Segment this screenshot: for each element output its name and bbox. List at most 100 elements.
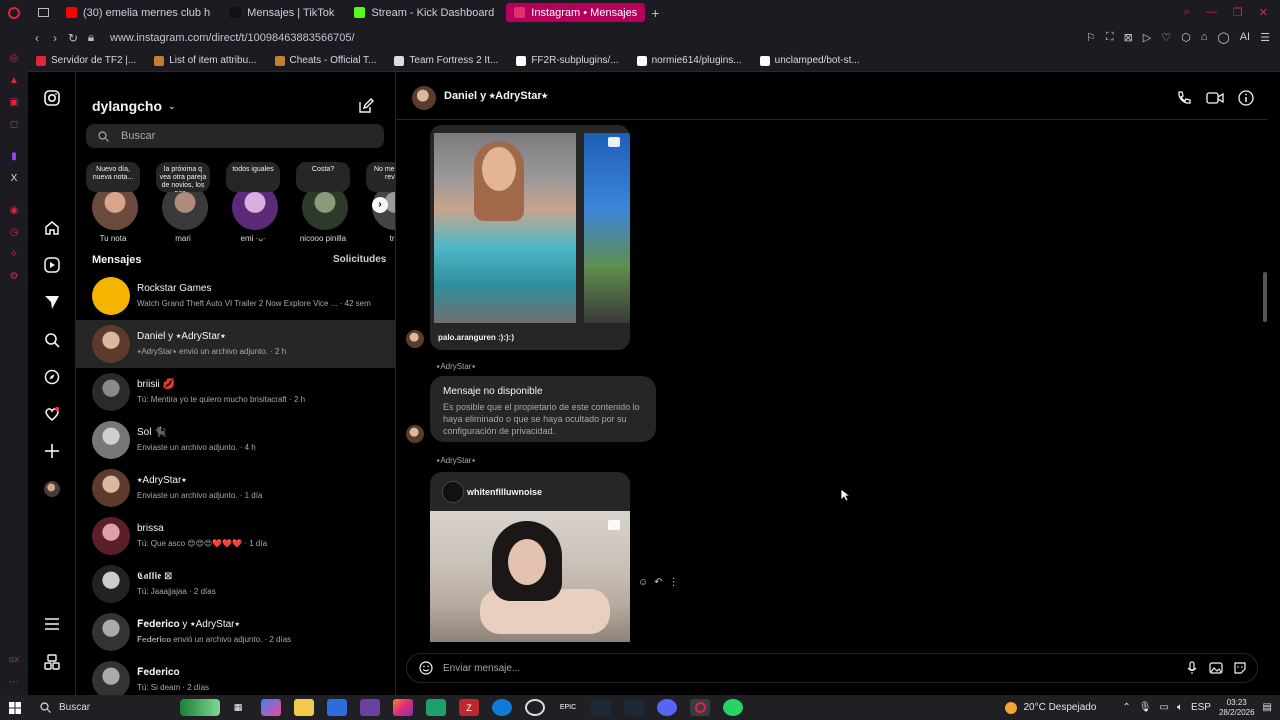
conversation-item[interactable]: ⭑AdryStar⭑ Enviaste un archivo adjunto. ·… [76, 464, 395, 512]
search-icon[interactable] [42, 330, 62, 350]
opera-gx-icon[interactable] [690, 699, 710, 716]
taskbar-search[interactable]: Buscar [30, 698, 220, 717]
instagram-logo-icon[interactable] [42, 88, 62, 108]
snapshot-icon[interactable]: ⛶ [1106, 31, 1114, 44]
tab-menu-icon[interactable] [28, 8, 58, 17]
microphone-icon[interactable]: 🎙︎ [1139, 702, 1152, 713]
clock[interactable]: 03:23 28/2/2026 [1219, 698, 1255, 718]
chevron-right-icon[interactable]: › [372, 197, 388, 213]
weather-widget[interactable]: 20°C Despejado [1005, 701, 1096, 714]
browser-tab[interactable]: Mensajes | TikTok [222, 0, 342, 25]
conversation-item[interactable]: Rockstar Games Watch Grand Theft Auto VI … [76, 272, 395, 320]
sidebar-twitch-icon[interactable]: ▮ [8, 151, 20, 163]
maximize-icon[interactable]: ❐ [1233, 6, 1243, 19]
chat-scrollbar[interactable] [1262, 72, 1268, 638]
task-view-icon[interactable]: ▦ [228, 699, 248, 716]
conversation-item[interactable]: brissa Tú: Que asco 😍😍😍❤️❤️❤️ · 1 día [76, 512, 395, 560]
profile-avatar[interactable] [42, 479, 62, 499]
create-icon[interactable] [42, 441, 62, 461]
info-icon[interactable] [1238, 90, 1254, 106]
bookmark-item[interactable]: Servidor de TF2 |... [36, 55, 136, 66]
start-button[interactable] [0, 701, 30, 714]
profile-icon[interactable]: ◯ [1217, 31, 1229, 44]
wallet-icon[interactable]: ⌂ [1201, 31, 1208, 44]
adblock-icon[interactable]: ⊠ [1124, 31, 1133, 44]
minimize-icon[interactable]: — [1206, 6, 1217, 19]
heart-icon[interactable]: ♡ [1161, 31, 1171, 44]
app-icon[interactable] [360, 699, 380, 716]
instagram-app-icon[interactable] [393, 699, 413, 716]
note-item[interactable]: la próxima q vea otra pareja de novios, … [156, 162, 210, 243]
conversation-item[interactable]: briisii 💋 Tú: Mentira yo te quiero mucho … [76, 368, 395, 416]
epic-games-icon[interactable]: EPIC [558, 699, 578, 716]
sticker-icon[interactable] [1233, 661, 1247, 675]
discord-icon[interactable] [657, 699, 677, 716]
sidebar-ai-icon[interactable]: ◎ [8, 53, 20, 65]
sender-avatar[interactable] [406, 330, 424, 348]
chevron-up-icon[interactable]: ⌃ [1122, 702, 1130, 713]
edge-icon[interactable] [492, 699, 512, 716]
search-icon[interactable]: ⌕ [1184, 6, 1190, 19]
new-message-icon[interactable] [358, 98, 374, 114]
notifications-icon[interactable] [42, 404, 62, 424]
url-field[interactable]: www.instagram.com/direct/t/1009846388356… [110, 32, 355, 44]
sidebar-player-icon[interactable]: ◉ [8, 205, 20, 217]
bookmark-item[interactable]: List of item attribu... [154, 55, 257, 66]
explore-icon[interactable] [42, 367, 62, 387]
conversation-item[interactable]: 𝐅𝐞𝐝𝐞𝐫𝐢𝐜𝐨 Tú: Si deam · 2 días [76, 656, 395, 695]
lock-icon[interactable]: 🔒︎ [82, 30, 100, 45]
steam-icon-2[interactable] [624, 699, 644, 716]
reply-icon[interactable]: ↶ [654, 577, 662, 588]
browser-tab[interactable]: Instagram • Mensajes [506, 3, 646, 22]
sidebar-instagram-icon[interactable]: ◻ [8, 119, 20, 131]
react-icon[interactable]: ☺ [638, 577, 648, 588]
conversation-item[interactable]: Sol 🐈‍⬛ Enviaste un archivo adjunto. · 4 … [76, 416, 395, 464]
excel-icon[interactable] [426, 699, 446, 716]
sidebar-x-icon[interactable]: X [8, 173, 20, 185]
chat-title[interactable]: Daniel y ⭑AdryStar⭑ [444, 90, 548, 103]
shared-reel-message[interactable]: whitenfilluwnoise [430, 472, 630, 642]
sidebar-more-icon[interactable]: ⋯ [8, 677, 20, 689]
messages-icon[interactable] [42, 292, 62, 312]
browser-tab[interactable]: (30) emelia mernes club h [58, 0, 218, 25]
conversation-item[interactable]: 𝕮𝖆𝖑𝖑𝖎𝖊 ⊠ Tú: Jaaajjajaa · 2 días [76, 560, 395, 608]
language-indicator[interactable]: ESP [1191, 702, 1211, 713]
note-item[interactable]: Nuevo día, nueva nota... Tu nota [86, 162, 140, 243]
sidebar-aria-icon[interactable]: ▲ [8, 75, 20, 87]
network-icon[interactable]: ▭ [1159, 702, 1168, 713]
menu-icon[interactable]: ☰ [1260, 31, 1270, 44]
notification-icon[interactable]: ▤ [1263, 702, 1272, 713]
new-tab-button[interactable]: + [645, 5, 665, 21]
bookmark-item[interactable]: FF2R-subplugins/... [516, 55, 619, 66]
player-icon[interactable]: ▷ [1143, 31, 1151, 44]
forward-button[interactable]: › [46, 31, 64, 45]
note-item[interactable]: Costa? nicooo pinilla [296, 162, 350, 243]
conversation-item[interactable]: 𝐅𝐞𝐝𝐞𝐫𝐢𝐜𝐨 y ⭑AdryStar⭑ 𝐅𝐞𝐝𝐞𝐫𝐢𝐜𝐨 envió un a… [76, 608, 395, 656]
more-menu-icon[interactable] [42, 614, 62, 634]
search-input[interactable]: Buscar [86, 124, 384, 148]
copilot-icon[interactable] [261, 699, 281, 716]
whatsapp-icon[interactable] [723, 699, 743, 716]
sidebar-gx-icon[interactable]: GX [8, 655, 20, 667]
close-icon[interactable]: ✕ [1259, 6, 1268, 19]
bookmark-item[interactable]: Team Fortress 2 It... [394, 55, 498, 66]
browser-tab[interactable]: Stream - Kick Dashboard [346, 0, 502, 25]
video-call-icon[interactable] [1206, 90, 1224, 106]
account-switcher[interactable]: dylangcho ⌄ [92, 98, 176, 114]
obs-icon[interactable] [525, 699, 545, 716]
reload-button[interactable]: ↻ [64, 31, 82, 45]
sender-avatar[interactable] [406, 425, 424, 443]
phone-icon[interactable] [1176, 90, 1192, 106]
conversation-item[interactable]: Daniel y ⭑AdryStar⭑ ⭑AdryStar⭑ envió un a… [76, 320, 395, 368]
steam-icon[interactable] [591, 699, 611, 716]
bookmark-item[interactable]: normie614/plugins... [636, 55, 742, 66]
store-icon[interactable] [327, 699, 347, 716]
file-explorer-icon[interactable] [294, 699, 314, 716]
image-icon[interactable] [1209, 661, 1223, 675]
bookmark-item[interactable]: unclamped/bot-st... [759, 55, 860, 66]
extensions-icon[interactable]: ⬡ [1181, 31, 1191, 44]
sidebar-messenger-icon[interactable]: ▣ [8, 97, 20, 109]
reels-icon[interactable] [42, 255, 62, 275]
emoji-icon[interactable] [419, 661, 433, 675]
back-button[interactable]: ‹ [28, 31, 46, 45]
